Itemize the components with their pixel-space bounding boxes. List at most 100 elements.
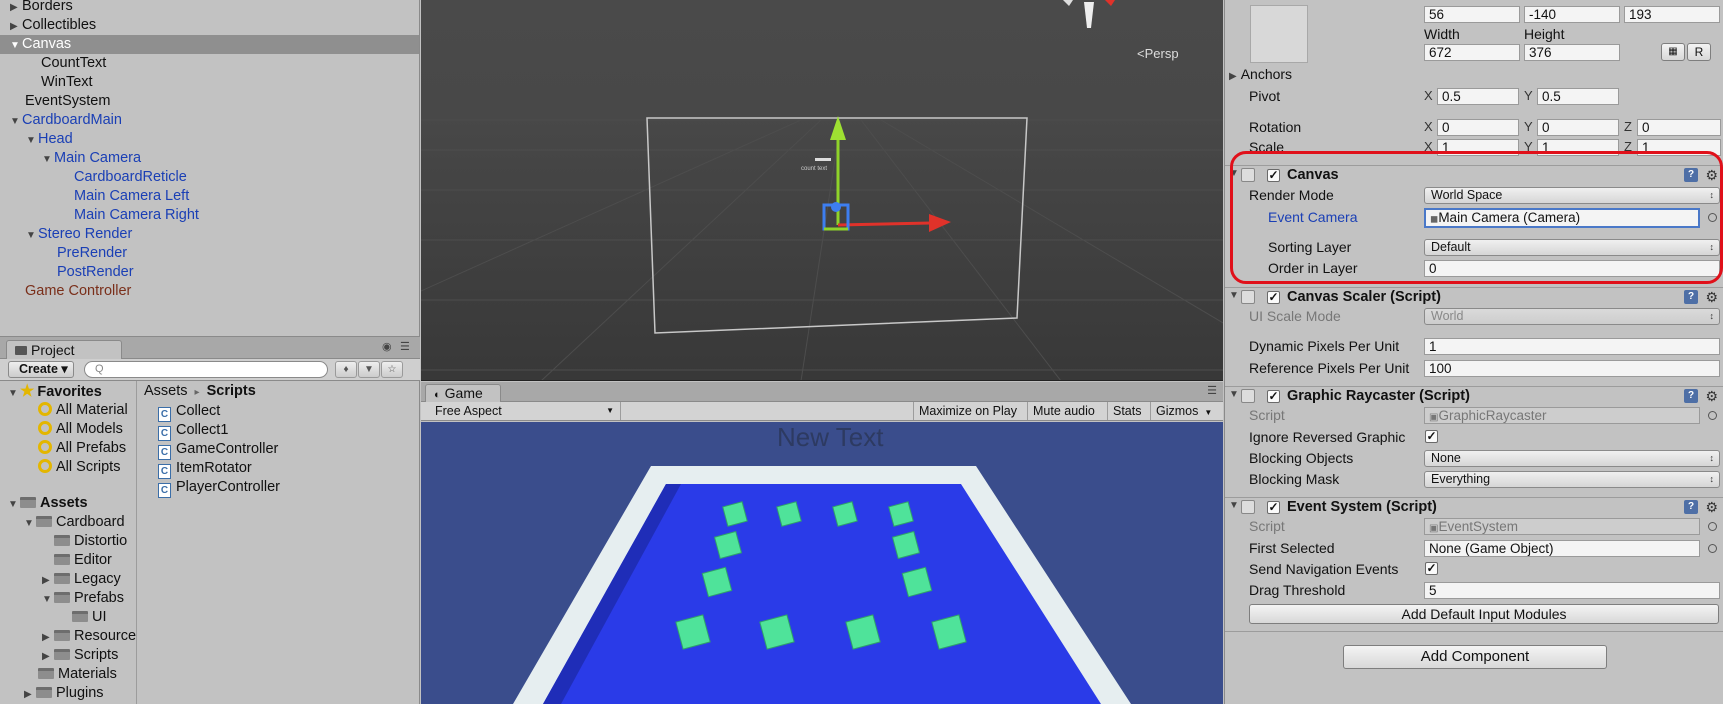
favorite-item[interactable]: All Material [38,401,128,420]
folder-item[interactable]: ▼ Cardboard [24,513,125,532]
breadcrumb-scripts[interactable]: Scripts [207,383,256,399]
scale-y-field[interactable]: 1 [1537,139,1619,156]
expand-arrow-icon[interactable]: ▼ [26,226,38,245]
expand-arrow-icon[interactable]: ▼ [10,112,22,131]
mute-audio-toggle[interactable]: Mute audio [1027,402,1100,420]
expand-arrow-icon[interactable]: ▼ [42,150,54,169]
tab-game[interactable]: ◐ Game [425,384,501,403]
panel-divider[interactable] [136,381,137,704]
hierarchy-item-game-controller[interactable]: Game Controller [25,282,131,301]
hierarchy-item-wintext[interactable]: WinText [41,73,93,92]
graphic-raycaster-header[interactable]: ▼ ✓ Graphic Raycaster (Script) ? ⚙ [1225,386,1723,406]
blueprint-mode-button[interactable]: ▦ [1661,43,1685,61]
lock-icon[interactable]: ◉ [382,340,392,353]
object-picker-icon[interactable] [1708,213,1717,222]
scene-gizmo-cone-icon[interactable] [1105,0,1115,6]
help-book-icon[interactable]: ? [1684,500,1698,514]
first-selected-field[interactable]: None (Game Object) [1424,540,1700,557]
stats-toggle[interactable]: Stats [1107,402,1147,420]
scale-z-field[interactable]: 1 [1637,139,1721,156]
canvas-scaler-header[interactable]: ▼ ✓ Canvas Scaler (Script) ? ⚙ [1225,287,1723,307]
hierarchy-item-counttext[interactable]: CountText [41,54,106,73]
script-file-item[interactable]: C ItemRotator [158,459,252,479]
hierarchy-item-main-camera-right[interactable]: Main Camera Right [74,206,199,225]
hierarchy-item-prerender[interactable]: PreRender [57,244,127,263]
expand-arrow-icon[interactable]: ▶ [42,571,54,590]
scene-view[interactable]: count text <Persp [421,0,1223,381]
hierarchy-item-head[interactable]: ▼ Head [26,130,73,149]
ignore-reversed-checkbox[interactable]: ✓ [1425,430,1438,443]
add-component-button[interactable]: Add Component [1343,645,1607,669]
hierarchy-item-postrender[interactable]: PostRender [57,263,134,282]
script-file-item[interactable]: C Collect [158,402,220,422]
hierarchy-item-borders[interactable]: ▶ Borders [10,0,73,16]
x-axis-handle[interactable] [837,221,932,227]
help-book-icon[interactable]: ? [1684,290,1698,304]
blocking-mask-dropdown[interactable]: Everything ↕ [1424,471,1720,488]
expand-arrow-icon[interactable]: ▶ [10,17,22,36]
search-input[interactable]: Q [84,361,328,378]
tab-project[interactable]: Project [6,340,122,360]
rect-transform-preview[interactable] [1250,5,1308,63]
expand-arrow-icon[interactable]: ▼ [1229,290,1239,301]
sorting-layer-dropdown[interactable]: Default ↕ [1424,239,1720,256]
aspect-dropdown[interactable]: Free Aspect ▼ [421,402,621,420]
expand-arrow-icon[interactable]: ▼ [8,384,20,403]
folder-item[interactable]: UI [72,608,107,627]
favorite-item[interactable]: All Scripts [38,458,120,477]
graphic-raycaster-enabled-checkbox[interactable]: ✓ [1267,390,1280,403]
expand-arrow-icon[interactable]: ▶ [24,685,36,704]
panel-menu-icon[interactable]: ☰ [400,340,410,353]
expand-arrow-icon[interactable]: ▼ [24,514,36,533]
rotation-x-field[interactable]: 0 [1437,119,1519,136]
event-system-enabled-checkbox[interactable]: ✓ [1267,501,1280,514]
expand-arrow-icon[interactable]: ▼ [8,495,20,514]
expand-arrow-icon[interactable]: ▶ [42,628,54,647]
object-picker-icon[interactable] [1708,544,1717,553]
folder-item[interactable]: Editor [54,551,112,570]
create-dropdown[interactable]: Create ▾ [8,361,74,378]
folder-item[interactable]: Materials [38,665,117,684]
expand-arrow-icon[interactable]: ▼ [1229,389,1239,400]
pivot-x-field[interactable]: 0.5 [1437,88,1519,105]
expand-arrow-icon[interactable]: ▼ [42,590,54,609]
expand-arrow-icon[interactable]: ▼ [10,36,22,55]
scene-gizmo-cone-icon[interactable] [1063,0,1073,6]
hierarchy-item-main-camera[interactable]: ▼ Main Camera [42,149,141,168]
width-field[interactable]: 672 [1424,44,1520,61]
reference-pixels-field[interactable]: 100 [1424,360,1720,377]
gear-icon[interactable]: ⚙ [1705,499,1718,516]
expand-arrow-icon[interactable]: ▶ [1229,71,1237,82]
hierarchy-item-stereo-render[interactable]: ▼ Stereo Render [26,225,132,244]
folder-item[interactable]: ▶ Plugins [24,684,104,703]
scale-x-field[interactable]: 1 [1437,139,1519,156]
rotation-y-field[interactable]: 0 [1537,119,1619,136]
folder-item[interactable]: Distortio [54,532,127,551]
gear-icon[interactable]: ⚙ [1705,289,1718,306]
object-picker-icon[interactable] [1708,411,1717,420]
favorite-item[interactable]: All Models [38,420,123,439]
gizmos-toggle[interactable]: Gizmos ▼ [1150,402,1217,420]
gear-icon[interactable]: ⚙ [1705,167,1718,184]
event-camera-field[interactable]: ◼Main Camera (Camera) [1424,208,1700,228]
canvas-component-header[interactable]: ▼ ✓ Canvas ? ⚙ [1225,165,1723,185]
rotation-z-field[interactable]: 0 [1637,119,1721,136]
anchors-foldout[interactable]: ▶ Anchors [1229,65,1292,83]
expand-arrow-icon[interactable]: ▶ [10,0,22,17]
send-navigation-checkbox[interactable]: ✓ [1425,562,1438,575]
folder-item[interactable]: ▼ Prefabs [42,589,124,608]
raw-edit-button[interactable]: R [1687,43,1711,61]
event-system-header[interactable]: ▼ ✓ Event System (Script) ? ⚙ [1225,497,1723,517]
breadcrumb-assets[interactable]: Assets [144,383,188,399]
expand-arrow-icon[interactable]: ▼ [1229,500,1239,511]
favorite-star-icon[interactable]: ☆ [381,361,403,378]
scene-gizmo-cone-icon[interactable] [1084,2,1094,28]
filter-by-type-icon[interactable]: ♦ [335,361,357,378]
hierarchy-item-main-camera-left[interactable]: Main Camera Left [74,187,189,206]
order-in-layer-field[interactable]: 0 [1424,260,1720,277]
x-arrow-icon[interactable] [929,214,951,232]
z-axis-handle[interactable] [831,202,841,212]
pos-y-field[interactable]: -140 [1524,6,1620,23]
panel-menu-icon[interactable]: ☰ [1207,384,1217,397]
maximize-on-play-toggle[interactable]: Maximize on Play [913,402,1022,420]
